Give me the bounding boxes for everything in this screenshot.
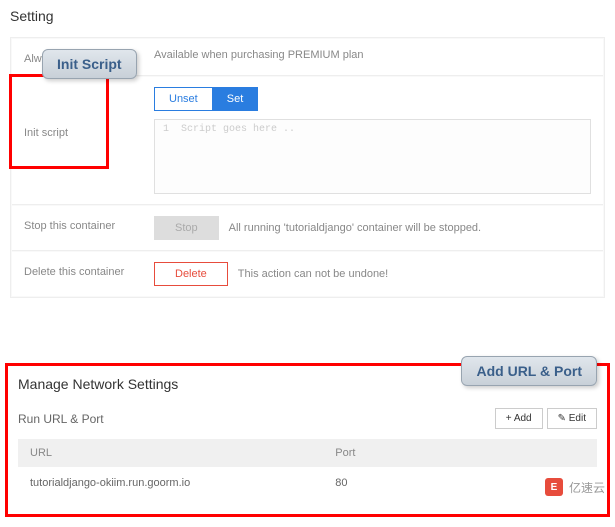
line-number: 1 (163, 124, 175, 135)
watermark-text: 亿速云 (569, 479, 605, 496)
init-toggle-group: Unset Set (154, 87, 591, 111)
run-url-port-label: Run URL & Port (18, 412, 104, 426)
callout-add-url: Add URL & Port (461, 356, 597, 386)
init-script-row: Init Script Init script Unset Set 1 Scri… (12, 77, 603, 205)
delete-label: Delete this container (24, 262, 154, 278)
table-row: tutorialdjango-okiim.run.goorm.io 80 (18, 467, 597, 499)
watermark: E 亿速云 (545, 478, 605, 496)
edit-button[interactable]: ✎ Edit (547, 408, 597, 429)
delete-button[interactable]: Delete (154, 262, 228, 286)
port-column-header: Port (335, 447, 585, 459)
unset-button[interactable]: Unset (154, 87, 212, 111)
stop-label: Stop this container (24, 216, 154, 232)
setting-title: Setting (0, 0, 615, 32)
setting-panel: Always-on Available when purchasing PREM… (10, 37, 605, 298)
set-button[interactable]: Set (212, 87, 259, 111)
watermark-icon: E (545, 478, 563, 496)
stop-text: All running 'tutorialdjango' container w… (229, 222, 481, 234)
script-placeholder: Script goes here .. (181, 124, 295, 135)
url-value: tutorialdjango-okiim.run.goorm.io (30, 477, 335, 489)
url-column-header: URL (30, 447, 335, 459)
stop-button[interactable]: Stop (154, 216, 219, 240)
url-table-header: URL Port (18, 439, 597, 467)
network-section: Add URL & Port Manage Network Settings R… (5, 363, 610, 517)
setting-section: Setting Always-on Available when purchas… (0, 0, 615, 298)
delete-container-row: Delete this container Delete This action… (12, 252, 603, 296)
add-button[interactable]: + Add (495, 408, 543, 429)
init-script-label: Init script (24, 87, 154, 194)
stop-container-row: Stop this container Stop All running 'tu… (12, 206, 603, 251)
script-textarea[interactable]: 1 Script goes here .. (154, 119, 591, 194)
callout-init-script: Init Script (42, 49, 137, 79)
always-on-text: Available when purchasing PREMIUM plan (154, 49, 364, 61)
url-port-header: Run URL & Port + Add ✎ Edit (18, 408, 597, 429)
delete-text: This action can not be undone! (238, 268, 388, 280)
